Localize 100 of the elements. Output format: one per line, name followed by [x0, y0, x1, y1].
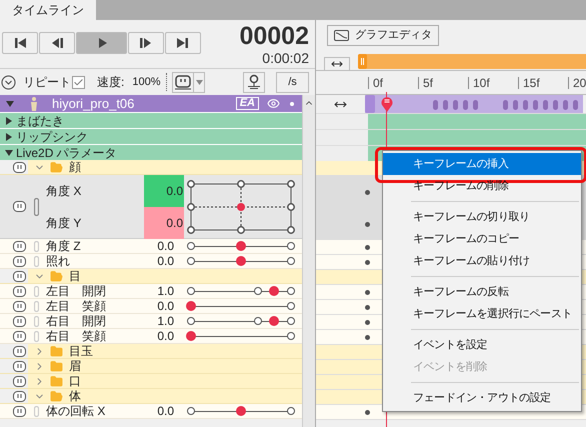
skip-icon [139, 36, 153, 50]
parameter-name: 体の回転 X [46, 403, 106, 420]
parameter-value: 0.0 [144, 206, 184, 238]
folder-icon [50, 344, 63, 358]
device-icon [173, 72, 194, 92]
ruler-label: 0f [373, 77, 384, 89]
device-dropdown[interactable] [172, 72, 206, 92]
menu-item[interactable]: キーフレームの反転 [383, 281, 581, 303]
toggle-icon[interactable] [13, 360, 26, 372]
range-handle[interactable] [358, 54, 367, 69]
toggle-icon[interactable] [13, 256, 26, 266]
slider-thumb[interactable] [186, 331, 196, 341]
check-icon [73, 76, 84, 88]
folder-name: 体 [69, 388, 81, 405]
expand-arrow-icon[interactable] [6, 100, 14, 106]
ruler-label: 5f [423, 77, 434, 89]
slider-thumb[interactable] [269, 286, 279, 296]
ruler-label: 10f [473, 77, 490, 89]
menu-item[interactable]: キーフレームの貼り付け [383, 250, 581, 272]
graph-editor-button[interactable]: グラフエディタ [327, 24, 439, 46]
menu-item[interactable]: キーフレームの削除 [383, 175, 581, 197]
keyframe-track-drawing[interactable] [365, 95, 583, 113]
transport-button[interactable] [39, 32, 75, 54]
link-icon[interactable] [34, 198, 38, 216]
repeat-checkbox[interactable] [72, 76, 85, 88]
expand-arrow-icon[interactable] [5, 116, 13, 124]
toggle-icon[interactable] [13, 270, 26, 282]
slider-thumb[interactable] [236, 256, 246, 266]
toggle-icon[interactable] [13, 162, 26, 172]
toggle-icon[interactable] [13, 316, 26, 326]
toggle-icon[interactable] [13, 286, 26, 296]
track-lane[interactable] [368, 130, 586, 145]
fit-button[interactable] [324, 57, 350, 70]
expand-arrow-icon[interactable] [5, 132, 13, 140]
ruler-label: 15f [523, 77, 540, 89]
toggle-icon[interactable] [13, 240, 26, 252]
track-row[interactable]: まばたき [0, 112, 302, 128]
folder-name: 顔 [69, 159, 81, 176]
parameter-name: 角度 Z [46, 238, 82, 255]
transport-button[interactable] [2, 32, 38, 54]
model-name: hiyori_pro_t06 [52, 94, 136, 113]
parameter-name: 角度 Y [46, 214, 82, 232]
slider-thumb[interactable] [236, 241, 246, 251]
parameter-slider[interactable] [186, 286, 296, 296]
parameter-name: 角度 X [46, 182, 82, 200]
panel-tab[interactable]: タイムライン [0, 0, 96, 20]
folder-icon [50, 374, 63, 388]
slider-thumb[interactable] [186, 301, 196, 311]
ruler-label: 20 [573, 77, 586, 89]
track-label: リップシンク [16, 128, 88, 146]
folder-icon [50, 270, 63, 282]
parameter-slider[interactable] [186, 331, 296, 341]
scrollbar[interactable] [302, 95, 315, 427]
transport-button[interactable] [128, 32, 164, 54]
toggle-icon[interactable] [13, 406, 26, 416]
toggle-icon[interactable] [13, 330, 26, 342]
parameter-slider[interactable] [186, 406, 296, 416]
skip-icon [176, 36, 190, 50]
track-row[interactable]: リップシンク [0, 128, 302, 144]
graph-icon [334, 30, 349, 40]
playhead-marker-icon[interactable] [381, 96, 393, 112]
play-button[interactable] [76, 32, 127, 54]
expand-arrow-icon[interactable] [5, 148, 13, 156]
frame-counter: 00002 [239, 22, 309, 50]
parameter-value: 0.0 [156, 238, 174, 255]
parameter-value: 1.0 [156, 283, 174, 300]
toggle-icon[interactable] [13, 300, 26, 312]
track-lane[interactable] [368, 114, 586, 129]
eye-icon[interactable] [267, 97, 280, 110]
parameter-slider[interactable] [186, 301, 296, 311]
figure-icon [30, 96, 38, 110]
menu-item[interactable]: キーフレームを選択行にペースト [383, 303, 581, 325]
parameter-name: 右目 開閉 [46, 313, 107, 330]
parameter-name: 左目 開閉 [46, 283, 107, 300]
menu-item[interactable]: キーフレームの挿入 [383, 153, 581, 175]
parameter-name: 右目 笑顔 [46, 328, 107, 345]
toggle-icon[interactable] [13, 390, 26, 402]
menu-item[interactable]: イベントを設定 [383, 334, 581, 356]
parameter-slider[interactable] [186, 241, 296, 251]
parameter-slider[interactable] [186, 316, 296, 326]
menu-item[interactable]: キーフレームのコピー [383, 228, 581, 250]
transport-button[interactable] [165, 32, 201, 54]
folder-icon [50, 160, 63, 174]
toggle-icon[interactable] [13, 201, 26, 212]
folder-icon [50, 360, 63, 372]
speed-value: 100% [132, 74, 160, 90]
pin-button[interactable] [243, 72, 265, 92]
chevron-circle-icon[interactable] [1, 74, 16, 90]
track-label: Live2D パラメータ [16, 144, 117, 161]
toggle-icon[interactable] [13, 346, 26, 356]
parameter-slider[interactable] [186, 256, 296, 266]
speed-label: 速度: [97, 74, 124, 91]
track-row[interactable]: Live2D パラメータ [0, 144, 302, 160]
slider-thumb[interactable] [269, 316, 279, 326]
toggle-icon[interactable] [13, 376, 26, 386]
menu-item[interactable]: フェードイン・アウトの設定 [383, 387, 581, 409]
folder-name: 目玉 [69, 343, 93, 360]
fps-button[interactable]: /s [276, 72, 309, 92]
menu-item[interactable]: キーフレームの切り取り [383, 206, 581, 228]
slider-thumb[interactable] [236, 406, 246, 416]
